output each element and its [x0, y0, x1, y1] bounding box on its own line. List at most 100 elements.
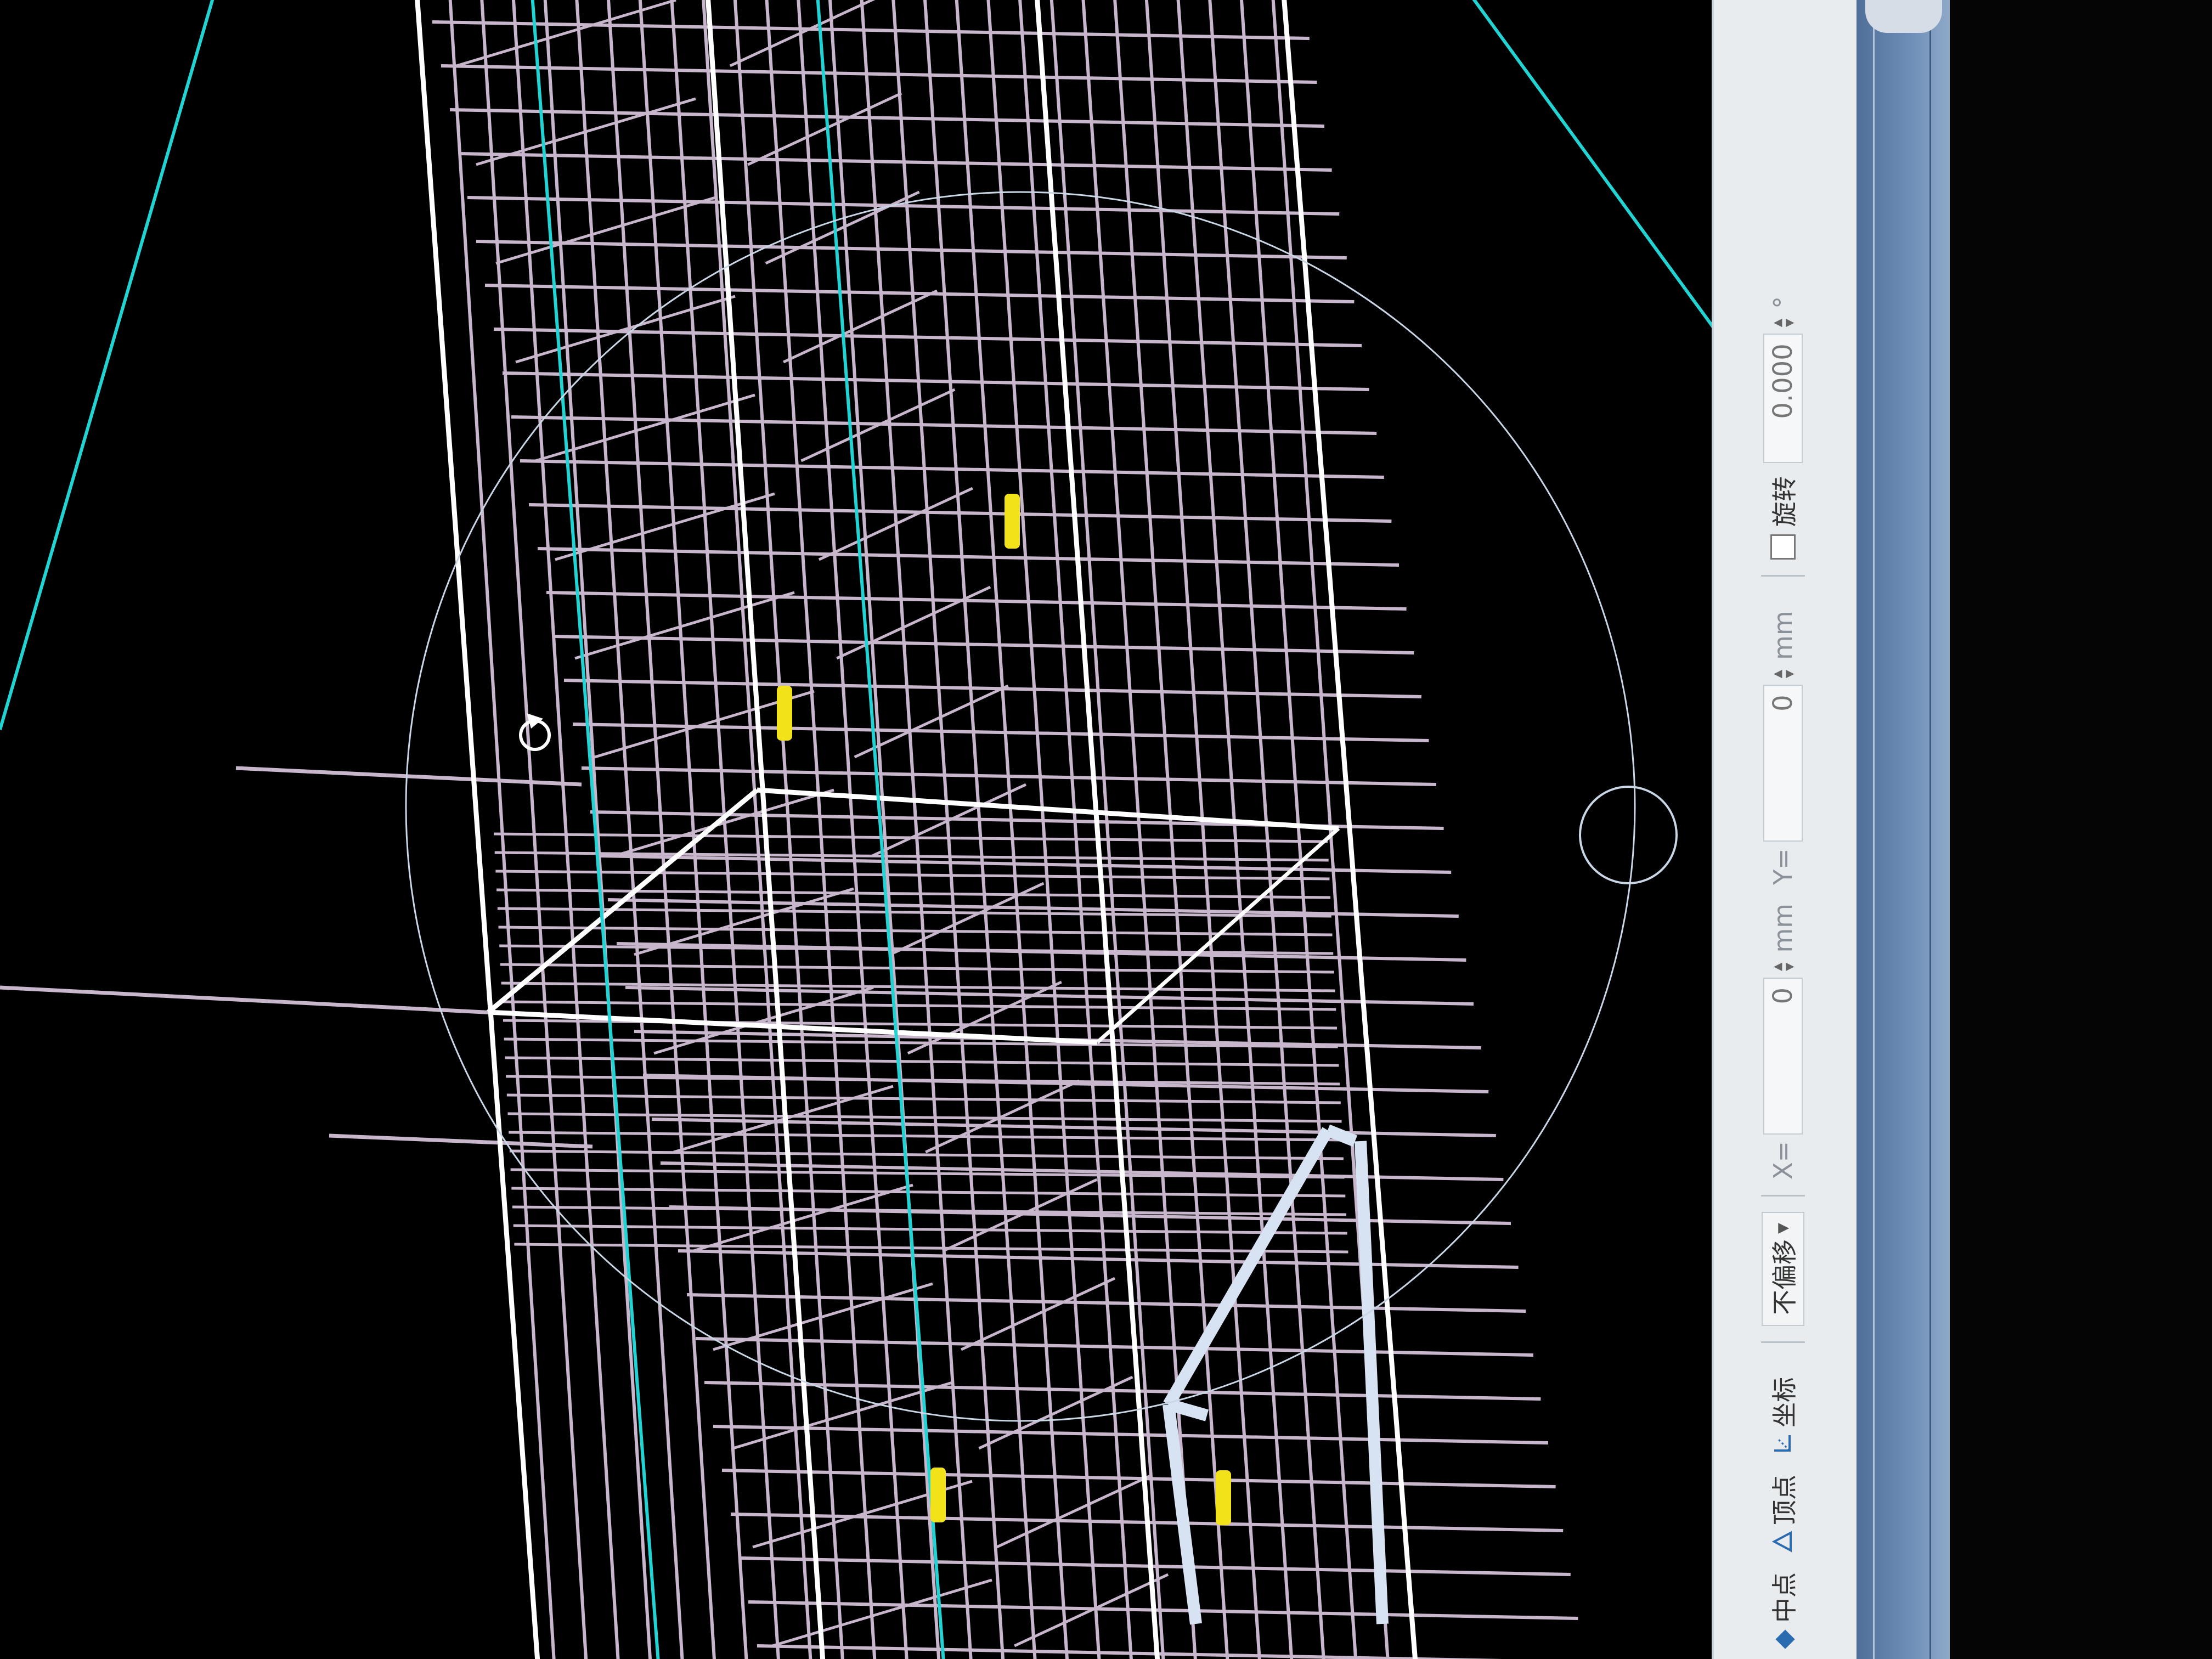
coordinate-icon — [1771, 1432, 1795, 1456]
snap-vertex-label: 顶点 — [1770, 1475, 1799, 1525]
rebar-stirrup — [574, 591, 795, 660]
y-unit: mm — [1768, 611, 1798, 660]
side-panel-divider — [1873, 0, 1931, 1659]
rebar-dense — [506, 1075, 1340, 1086]
section-edge — [757, 787, 1339, 831]
spin-up-icon: ▲ — [1770, 669, 1784, 679]
rotate-spinner[interactable]: ▲ ▼ — [1770, 318, 1796, 328]
rebar-dense — [505, 1056, 1339, 1067]
side-panel[interactable] — [1857, 0, 1950, 1659]
rebar-tie — [678, 1249, 1519, 1269]
rebar-tie — [432, 20, 1310, 40]
spin-down-icon: ▼ — [1782, 962, 1796, 971]
axis-line — [1472, 0, 1723, 341]
x-input[interactable]: 0 — [1763, 977, 1803, 1135]
spin-down-icon: ▼ — [1782, 318, 1796, 328]
rebar-vertical — [1018, 0, 1133, 1659]
rebar-dense — [502, 1000, 1336, 1011]
snap-midpoint[interactable]: ◆ 中点 — [1765, 1572, 1801, 1651]
rebar-tie — [721, 1469, 1556, 1488]
marker-4[interactable] — [1216, 1470, 1231, 1525]
axis-line — [0, 0, 215, 730]
x-coordinate-group: X= 0 ▲ ▼ mm — [1763, 904, 1803, 1180]
spin-down-icon: ▼ — [1782, 669, 1796, 679]
rebar-tie — [511, 415, 1377, 435]
rebar-vertical — [1208, 0, 1325, 1659]
rebar-tie — [441, 64, 1317, 84]
rebar-dense — [509, 1131, 1343, 1142]
rebar-dense — [499, 944, 1334, 955]
spin-up-icon: ▲ — [1770, 962, 1784, 971]
rebar-dense — [507, 1112, 1342, 1123]
x-unit: mm — [1768, 903, 1798, 953]
rebar-tie — [625, 986, 1474, 1006]
orbit-handle[interactable] — [1579, 786, 1678, 884]
marker-3[interactable] — [930, 1468, 946, 1522]
offset-mode-dropdown[interactable]: 不偏移 ▼ — [1762, 1212, 1804, 1326]
outline-edge — [1282, 0, 1418, 1659]
degree-unit-icon: ° — [1768, 296, 1798, 309]
status-separator — [1761, 575, 1805, 577]
rebar-vertical — [543, 0, 652, 1659]
rebar-dense — [496, 888, 1331, 899]
snap-vertex[interactable]: 顶点 — [1765, 1475, 1801, 1554]
rebar-tie — [537, 547, 1400, 567]
offset-mode-value: 不偏移 — [1770, 1239, 1799, 1315]
rebar-tie — [757, 1644, 1503, 1659]
y-input[interactable]: 0 — [1763, 685, 1803, 842]
axis-line — [531, 0, 660, 1659]
rebar-dense — [511, 1187, 1346, 1198]
rotate-label: 旋转 — [1770, 476, 1799, 527]
snap-coordinate-label: 坐标 — [1770, 1377, 1799, 1427]
midpoint-icon: ◆ — [1768, 1629, 1798, 1649]
rotate-group: 旋转 0.000 ▲ ▼ ° — [1763, 296, 1803, 560]
rebar-stirrup — [960, 1277, 1116, 1351]
rebar-tie — [713, 1425, 1549, 1444]
highlighted-frame — [1163, 1124, 1389, 1625]
rebar-stirrup — [729, 0, 876, 67]
rebar-tie — [520, 459, 1384, 479]
chevron-down-icon: ▼ — [1775, 1223, 1791, 1234]
rotate-checkbox[interactable] — [1770, 534, 1796, 560]
status-bar-content: ◆ 中点 顶点 坐标 不偏移 ▼ X= 0 ▲ ▼ mm Y= 0 ▲ ▼ mm 旋… — [1750, 5, 1816, 1651]
rebar-stirrup — [535, 393, 755, 462]
rebar-vertical — [1049, 0, 1165, 1659]
panel-handle[interactable] — [1865, 0, 1942, 33]
rebar-vertical — [480, 0, 588, 1659]
rebar-dense — [500, 963, 1334, 974]
rebar-vertical — [638, 0, 748, 1659]
rebar-dense — [513, 1224, 1347, 1235]
status-separator — [1761, 1341, 1805, 1343]
status-separator — [1761, 1195, 1805, 1197]
snap-coordinate[interactable]: 坐标 — [1765, 1377, 1801, 1456]
rebar-vertical — [512, 0, 620, 1659]
marker-1[interactable] — [1005, 494, 1020, 549]
rebar-dense — [506, 1093, 1341, 1104]
rebar-dense — [514, 1243, 1348, 1254]
monitor-bezel — [1951, 0, 2212, 1659]
x-label: X= — [1768, 1141, 1798, 1180]
vertex-icon — [1771, 1530, 1795, 1554]
spin-up-icon: ▲ — [1770, 318, 1784, 328]
rebar-vertical — [448, 0, 556, 1659]
y-label: Y= — [1768, 848, 1798, 885]
rotate-cursor-icon — [519, 713, 551, 751]
marker-2[interactable] — [777, 686, 792, 741]
rebar-stirrup — [732, 1381, 953, 1450]
rebar-vertical — [955, 0, 1069, 1659]
snap-midpoint-label: 中点 — [1770, 1572, 1799, 1623]
y-coordinate-group: Y= 0 ▲ ▼ mm — [1763, 611, 1803, 885]
rebar-tie — [449, 108, 1325, 128]
rebar-stirrup — [996, 1474, 1151, 1549]
x-spinner[interactable]: ▲ ▼ — [1770, 962, 1796, 971]
rebar-tie — [572, 723, 1429, 742]
rebar-dense — [498, 926, 1333, 936]
rebar-tie — [458, 152, 1332, 172]
rotate-cursor-icon — [519, 713, 551, 751]
rebar-vertical — [575, 0, 684, 1659]
y-spinner[interactable]: ▲ ▼ — [1770, 669, 1796, 679]
rebar-vertical — [986, 0, 1101, 1659]
rotate-input[interactable]: 0.000 — [1763, 334, 1803, 464]
cad-3d-viewport[interactable] — [0, 0, 1723, 1659]
outline-edge — [415, 0, 540, 1659]
